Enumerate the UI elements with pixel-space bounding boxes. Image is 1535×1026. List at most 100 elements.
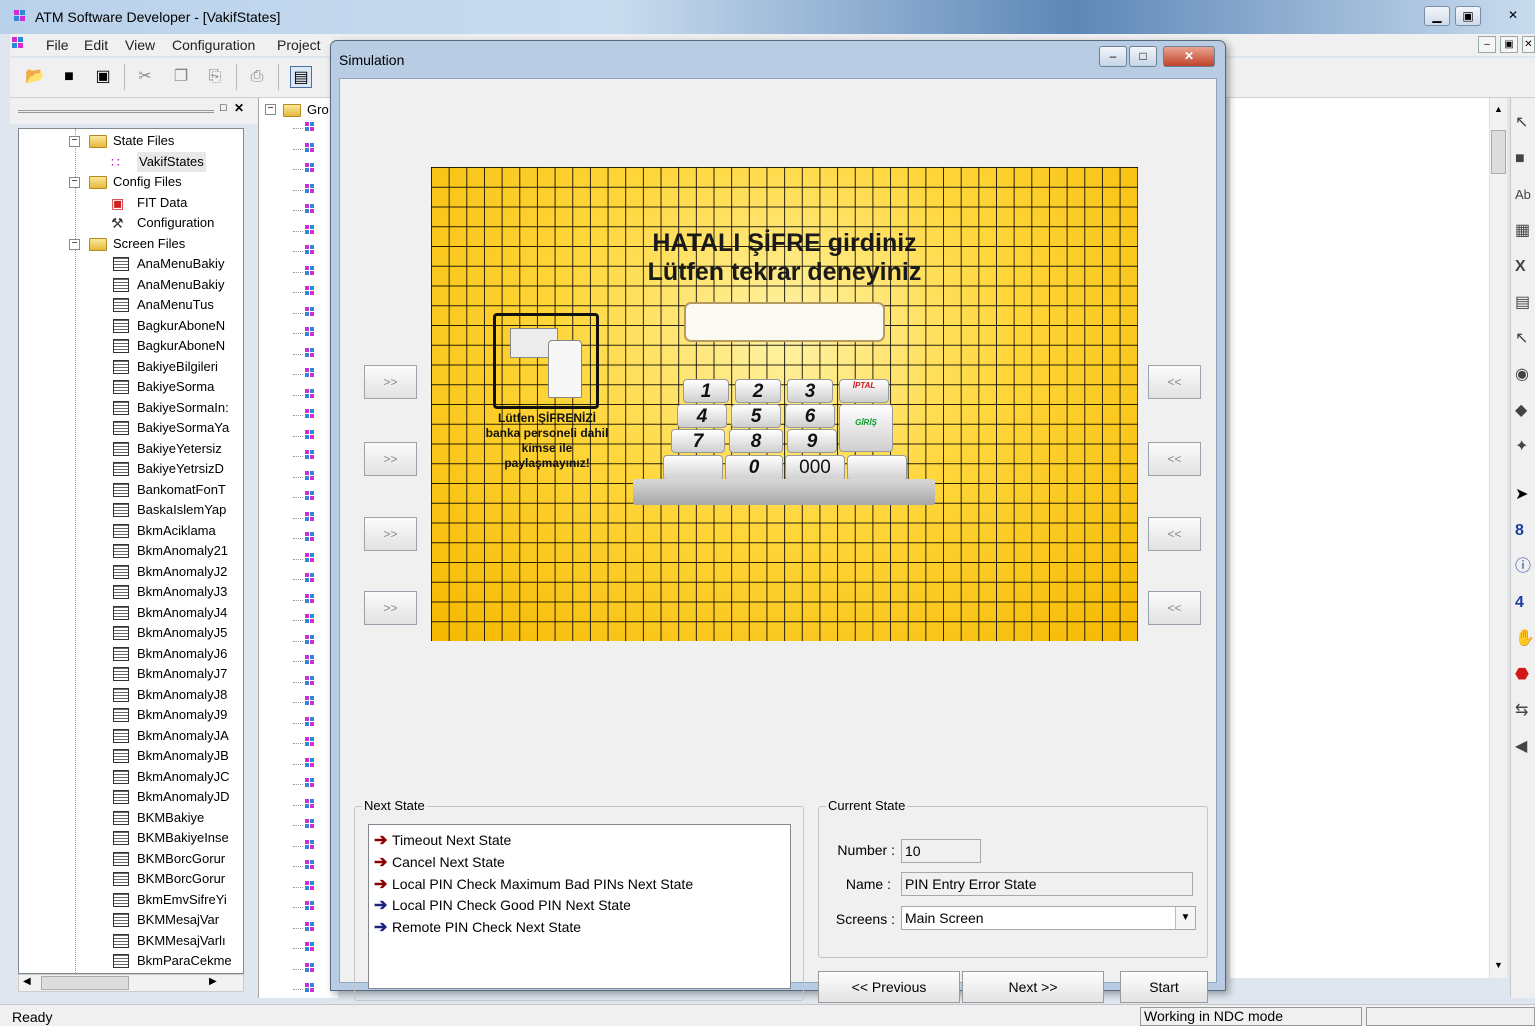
stop-icon[interactable]: ⬣ <box>1515 664 1535 686</box>
start-button[interactable]: Start <box>1120 971 1208 1003</box>
state-node-icon[interactable] <box>305 819 319 831</box>
menu-project[interactable]: Project <box>277 37 321 53</box>
state-node-icon[interactable] <box>305 573 319 585</box>
state-node-icon[interactable] <box>305 204 319 216</box>
fdk-right-i[interactable]: << <box>1148 365 1201 399</box>
state-node-icon[interactable] <box>305 245 319 257</box>
tree-item[interactable]: BKMBorcGorur <box>19 869 225 889</box>
tree-item[interactable]: BagkurAboneN <box>19 336 225 356</box>
state-node-icon[interactable] <box>305 552 319 565</box>
menu-view[interactable]: View <box>125 37 155 53</box>
tree-item[interactable]: BakiyeSormaYa <box>19 418 229 438</box>
mdi-close-button[interactable]: ✕ <box>1522 36 1535 53</box>
state-node-icon[interactable] <box>305 778 319 790</box>
tree-folder-node[interactable]: − Screen Files <box>19 234 225 254</box>
tree-item[interactable]: ⚒ Configuration <box>19 213 225 233</box>
rectangle-icon[interactable]: ■ <box>1515 148 1535 170</box>
collapse-icon[interactable]: − <box>69 238 80 250</box>
tree-item[interactable]: BKMBakiye <box>19 808 225 828</box>
state-editor-canvas[interactable] <box>1230 98 1490 978</box>
delete-tool-icon[interactable]: X <box>1515 256 1535 278</box>
stamp-icon[interactable]: ✦ <box>1515 436 1535 458</box>
state-node-icon[interactable] <box>305 163 319 175</box>
state-node-icon[interactable] <box>305 470 319 483</box>
state-node-icon[interactable] <box>305 593 319 606</box>
close-window-button[interactable]: ✕ <box>1500 6 1526 26</box>
print-icon[interactable]: ⎙ <box>246 66 268 88</box>
fdk-left-c[interactable]: >> <box>364 517 417 551</box>
copy-icon[interactable]: ❐ <box>170 66 192 88</box>
minimize-button[interactable]: ▁ <box>1424 6 1450 26</box>
state-4-icon[interactable]: 4 <box>1515 592 1535 614</box>
state-node-icon[interactable] <box>305 183 319 196</box>
state-node-icon[interactable] <box>305 983 319 995</box>
tree-item[interactable]: BkmEmvSifreYi <box>19 890 227 910</box>
next-state-item[interactable]: ➔ Cancel Next State <box>374 851 505 873</box>
tree-item[interactable]: BKMBakiyeInse <box>19 828 229 848</box>
state-node-icon[interactable] <box>305 450 319 462</box>
select-tool-icon[interactable]: ↖ <box>1515 328 1535 350</box>
layout-icon[interactable]: ▤ <box>290 66 312 88</box>
menu-file[interactable]: File <box>46 37 69 53</box>
state-node-icon[interactable] <box>305 491 319 503</box>
cut-icon[interactable]: ✂ <box>134 66 156 88</box>
tree-item[interactable]: BagkurAboneN <box>19 316 225 336</box>
state-node-icon[interactable] <box>305 696 319 708</box>
tree-item[interactable]: BkmAnomalyJ6 <box>19 644 227 664</box>
paste-icon[interactable]: ⎘ <box>204 66 226 88</box>
state-node-icon[interactable] <box>305 142 319 155</box>
collapse-icon[interactable]: − <box>265 104 276 115</box>
state-node-icon[interactable] <box>305 716 319 729</box>
tree-item[interactable]: BkmAnomalyJC <box>19 767 229 787</box>
screens-dropdown[interactable]: Main Screen ▼ <box>901 906 1196 930</box>
state-node-icon[interactable] <box>305 265 319 278</box>
previous-button[interactable]: << Previous <box>818 971 960 1003</box>
tree-item[interactable]: BakiyeSormaIn: <box>19 398 229 418</box>
tree-item[interactable]: ▣ FIT Data <box>19 193 225 213</box>
dialog-maximize-button[interactable]: □ <box>1129 46 1157 67</box>
money-hand-icon[interactable]: ✋ <box>1515 628 1535 650</box>
tree-item[interactable]: BKMBorcGorur <box>19 849 225 869</box>
fdk-right-g[interactable]: << <box>1148 517 1201 551</box>
state-node-icon[interactable] <box>305 409 319 421</box>
tree-item[interactable]: BakiyeBilgileri <box>19 357 225 377</box>
open-icon[interactable]: 📂 <box>24 66 46 88</box>
state-node-icon[interactable] <box>305 614 319 626</box>
tree-item[interactable]: AnaMenuBakiy <box>19 275 225 295</box>
tree-item[interactable]: BkmAciklama <box>19 521 225 541</box>
tree-item[interactable]: BKMMesajVarlı <box>19 931 226 951</box>
dialog-minimize-button[interactable]: ‒ <box>1099 46 1127 67</box>
fdk-left-a[interactable]: >> <box>364 365 417 399</box>
state-node-icon[interactable] <box>305 880 319 893</box>
next-button[interactable]: Next >> <box>962 971 1104 1003</box>
state-node-icon[interactable] <box>305 388 319 401</box>
state-node-icon[interactable] <box>305 757 319 770</box>
pane-dock-icon[interactable]: □ <box>220 102 227 114</box>
save-all-icon[interactable]: ▣ <box>92 66 114 88</box>
state-node-icon[interactable] <box>305 737 319 749</box>
scroll-down-icon[interactable]: ▼ <box>1494 960 1503 970</box>
state-node-icon[interactable] <box>305 655 319 667</box>
state-node-icon[interactable] <box>305 122 319 134</box>
state-node-icon[interactable] <box>305 921 319 934</box>
state-node-icon[interactable] <box>305 327 319 339</box>
tree-item[interactable]: BkmAnomalyJB <box>19 746 229 766</box>
fdk-left-b[interactable]: >> <box>364 442 417 476</box>
editor-vertical-scrollbar[interactable]: ▲ ▼ <box>1489 98 1507 978</box>
state-node-icon[interactable] <box>305 798 319 811</box>
tree-item[interactable]: BkmAnomalyJ7 <box>19 664 227 684</box>
tree-item[interactable]: AnaMenuBakiy <box>19 254 225 274</box>
state-8-icon[interactable]: 8 <box>1515 520 1535 542</box>
state-node-icon[interactable] <box>305 634 319 647</box>
pointer-icon[interactable]: ↖ <box>1515 112 1535 134</box>
next-state-item[interactable]: ➔ Remote PIN Check Next State <box>374 916 581 938</box>
state-node-icon[interactable] <box>305 901 319 913</box>
tree-item[interactable]: ∷ VakifStates <box>19 151 225 172</box>
dialog-close-button[interactable]: ✕ <box>1163 46 1215 67</box>
tree-item[interactable]: BakiyeSorma <box>19 377 225 397</box>
fdk-right-h[interactable]: << <box>1148 442 1201 476</box>
state-node-icon[interactable] <box>305 511 319 524</box>
collapse-icon[interactable]: − <box>69 136 80 147</box>
state-node-icon[interactable] <box>305 962 319 975</box>
tree-item[interactable]: BkmAnomalyJ5 <box>19 623 227 643</box>
